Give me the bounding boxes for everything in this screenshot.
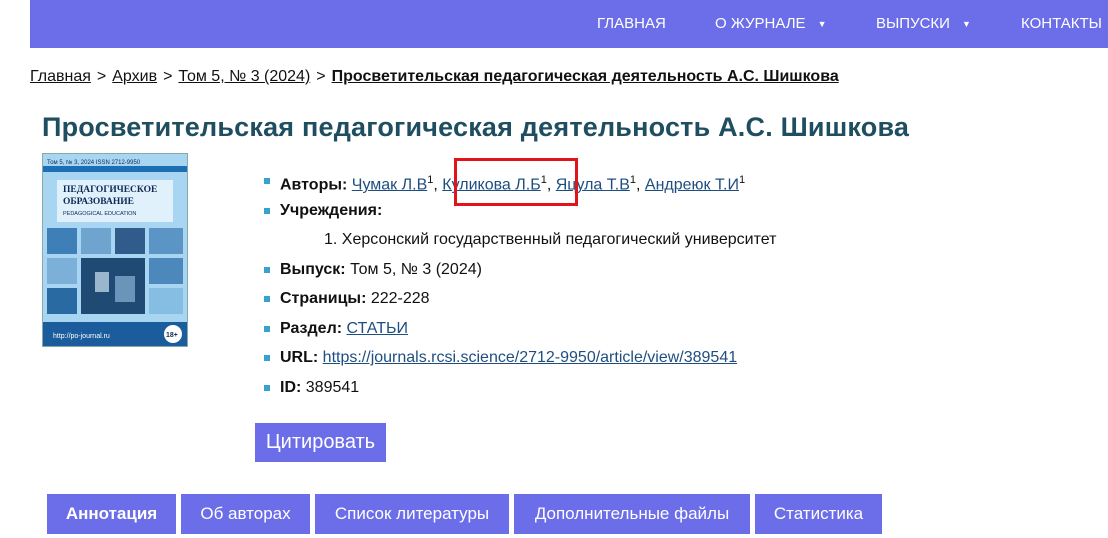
tab-about-authors[interactable]: Об авторах — [181, 494, 310, 534]
bullet-icon — [264, 296, 270, 302]
bullet-icon — [264, 325, 270, 332]
svg-text:PEDAGOGICAL EDUCATION: PEDAGOGICAL EDUCATION — [63, 211, 136, 217]
breadcrumb-home[interactable]: Главная — [30, 68, 91, 85]
bullet-icon — [264, 384, 270, 391]
cite-button[interactable]: Цитировать — [255, 423, 386, 462]
page-title: Просветительская педагогическая деятельн… — [42, 112, 910, 142]
bullet-icon — [264, 355, 270, 361]
author-link-andreyuk[interactable]: Андреюк Т.И — [645, 176, 739, 193]
breadcrumb-current: Просветительская педагогическая деятельн… — [331, 68, 839, 85]
breadcrumb: Главная > Архив > Том 5, № 3 (2024) > Просвети… — [30, 68, 839, 85]
section-link[interactable]: СТАТЬИ — [347, 320, 408, 337]
url-row: URL: https://journals.rcsi.science/2712-… — [264, 343, 776, 373]
journal-cover-image[interactable]: Том 5, № 3, 2024 ISSN 2712-9950 ПЕДАГОГИ… — [42, 153, 188, 347]
bullet-icon — [264, 266, 270, 273]
chevron-down-icon: ▼ — [817, 19, 827, 29]
pages-row: Страницы: 222-228 — [264, 284, 776, 314]
institution-item: 1. Херсонский государственный педагогиче… — [324, 231, 777, 248]
breadcrumb-archive[interactable]: Архив — [112, 68, 157, 85]
cover-artwork: Том 5, № 3, 2024 ISSN 2712-9950 ПЕДАГОГИ… — [43, 154, 187, 346]
chevron-down-icon: ▼ — [961, 19, 971, 29]
article-url-link[interactable]: https://journals.rcsi.science/2712-9950/… — [323, 349, 737, 366]
svg-text:18+: 18+ — [166, 332, 178, 339]
author-link-chumak[interactable]: Чумак Л.В — [352, 176, 427, 193]
svg-text:ПЕДАГОГИЧЕСКОЕ: ПЕДАГОГИЧЕСКОЕ — [63, 185, 157, 195]
top-navigation: ГЛАВНАЯ О ЖУРНАЛЕ ▼ ВЫПУСКИ ▼ КОНТАКТЫ — [30, 0, 1108, 48]
breadcrumb-issue[interactable]: Том 5, № 3 (2024) — [178, 68, 310, 85]
svg-text:ОБРАЗОВАНИЕ: ОБРАЗОВАНИЕ — [63, 197, 134, 207]
nav-contacts[interactable]: КОНТАКТЫ — [1021, 0, 1102, 48]
section-row: Раздел: СТАТЬИ — [264, 314, 776, 344]
svg-text:Том 5, № 3, 2024 ISSN 2712-9: Том 5, № 3, 2024 ISSN 2712-9950 — [47, 159, 141, 166]
tab-supplementary-files[interactable]: Дополнительные файлы — [514, 494, 750, 534]
issue-row: Выпуск: Том 5, № 3 (2024) — [264, 255, 776, 285]
nav-home[interactable]: ГЛАВНАЯ — [597, 0, 666, 48]
svg-text:http://po-journal.ru: http://po-journal.ru — [53, 333, 110, 340]
bullet-icon — [264, 178, 270, 184]
nav-issues[interactable]: ВЫПУСКИ ▼ — [876, 0, 971, 48]
tab-references[interactable]: Список литературы — [315, 494, 509, 534]
tab-abstract[interactable]: Аннотация — [47, 494, 176, 534]
tab-statistics[interactable]: Статистика — [755, 494, 882, 534]
nav-about-journal[interactable]: О ЖУРНАЛЕ ▼ — [715, 0, 827, 48]
bullet-icon — [264, 207, 270, 214]
highlight-box — [454, 158, 578, 206]
id-row: ID: 389541 — [264, 373, 776, 403]
